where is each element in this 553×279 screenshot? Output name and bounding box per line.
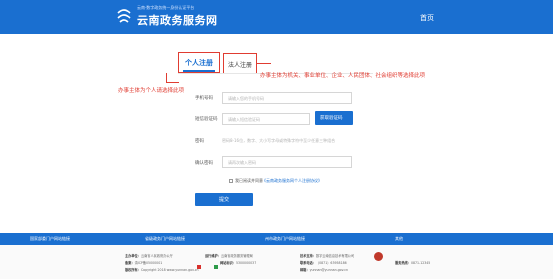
sms-code-input[interactable]: 请输入短信验证码 (222, 113, 310, 125)
get-code-button[interactable]: 获取验证码 (315, 111, 353, 125)
footer-email: 邮箱：yunnan@yunnan.gov.cn (300, 268, 349, 272)
footer-sponsor: 主办单位：云南省人民政府办公厅 (125, 254, 173, 258)
phone-label: 手机号码 (195, 96, 213, 101)
site-header: 云南·数字政务统一身份认证平台 云南政务服务网 首页 (0, 0, 553, 34)
legal-annotation: 办事主体为机关、事业单位、企业、人民团体、社会组织等选择此项 (260, 73, 426, 79)
tab-legal-registration[interactable]: 法人注册 (223, 53, 257, 74)
submit-label: 提交 (219, 197, 230, 203)
link-bar-item[interactable]: 国家部委门户网站链接 (30, 236, 70, 242)
agree-checkbox[interactable] (229, 179, 233, 183)
password-input[interactable]: 密码8-16位，数字、大小写字母或特殊字符中至少任意三种组合 (222, 138, 335, 144)
confirm-password-placeholder: 请再次输入密码 (228, 160, 256, 165)
active-tab-indicator (183, 70, 215, 72)
link-bar: 国家部委门户网站链接 省级政务门户网站链接 州市政务门户网站链接 其他 (0, 233, 553, 245)
police-emblem-icon (374, 252, 383, 261)
tab-legal-label: 法人注册 (228, 62, 253, 69)
legal-annotation-arrow (257, 63, 271, 64)
footer-hotline: 服务热线：0871-12345 (395, 261, 431, 265)
security-badge-icon (214, 265, 218, 269)
link-bar-item[interactable]: 州市政务门户网站链接 (265, 236, 305, 242)
site-footer (0, 245, 553, 279)
personal-annotation: 办事主体为个人请选择此项 (118, 88, 185, 94)
get-code-label: 获取验证码 (320, 116, 343, 121)
site-logo-icon (117, 9, 131, 23)
footer-copyright: 版权所有：Copyright 2018 www.yunnan.gov.cn (125, 268, 199, 272)
confirm-password-input[interactable]: 请再次输入密码 (222, 156, 352, 168)
footer-support: 技术支持：数字云南信息技术有限公司 (300, 254, 355, 258)
gov-badge-icon (197, 265, 201, 269)
footer-site-id: 网站标识：5300000037 (220, 261, 257, 265)
phone-input[interactable]: 请输入您的手机号码 (222, 92, 352, 104)
tab-personal-label: 个人注册 (185, 59, 213, 67)
logo-subtitle: 云南·数字政务统一身份认证平台 (137, 5, 195, 10)
footer-phone: 联系电话：（0871）63958186 (300, 261, 347, 265)
personal-annotation-line (166, 82, 179, 83)
site-title: 云南政务服务网 (137, 14, 218, 27)
link-bar-item[interactable]: 省级政务门户网站链接 (145, 236, 185, 242)
submit-button[interactable]: 提交 (195, 193, 253, 206)
password-label: 密码 (195, 139, 204, 144)
phone-placeholder: 请输入您的手机号码 (228, 96, 264, 101)
confirm-password-label: 确认密码 (195, 161, 213, 166)
agreement-link[interactable]: 《云南政务服务网个人注册协议》 (262, 178, 322, 184)
sms-code-placeholder: 请输入短信验证码 (228, 117, 260, 122)
footer-record: 备案：滇ICP备05000001 (125, 261, 163, 265)
link-bar-item[interactable]: 其他 (395, 236, 403, 242)
sms-code-label: 短信验证码 (195, 117, 218, 122)
agree-label: 我已阅读并同意 (235, 178, 263, 183)
home-link[interactable]: 首页 (420, 13, 434, 23)
footer-operator: 运行维护：云南省政务服务管理局 (205, 254, 253, 258)
